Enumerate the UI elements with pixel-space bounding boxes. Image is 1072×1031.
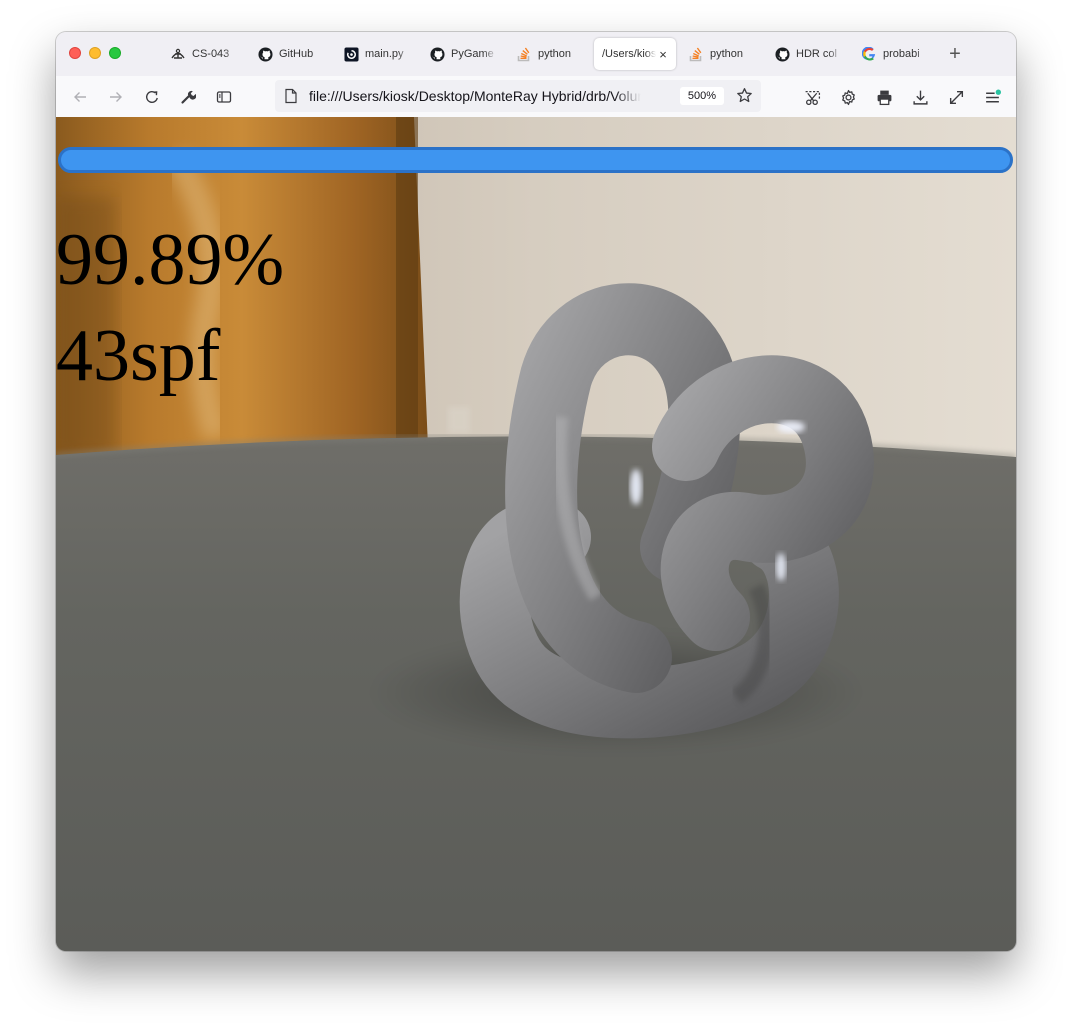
github-icon	[257, 46, 273, 62]
google-icon	[861, 46, 877, 62]
expand-icon	[949, 90, 963, 104]
address-bar[interactable]: file:///Users/kiosk/Desktop/MonteRay Hyb…	[275, 80, 761, 112]
window-close-button[interactable]	[69, 47, 81, 59]
tab-label: python	[710, 48, 744, 60]
page-icon	[284, 88, 298, 109]
reload-icon	[146, 90, 158, 103]
zoom-level-badge[interactable]: 500%	[680, 87, 724, 105]
sidebar-icon	[216, 91, 232, 103]
tab-label: HDR col	[796, 48, 837, 60]
navigation-toolbar: file:///Users/kiosk/Desktop/MonteRay Hyb…	[56, 76, 1016, 118]
arrow-right-icon	[110, 92, 122, 102]
scissors-icon	[805, 90, 820, 105]
close-icon[interactable]: ×	[656, 47, 670, 62]
tab-probability[interactable]: probabi	[857, 38, 929, 70]
tab-python-2[interactable]: python	[684, 38, 756, 70]
window-maximize-button[interactable]	[109, 47, 121, 59]
tab-label: python	[538, 48, 572, 60]
print-button[interactable]	[872, 85, 896, 109]
arrow-left-icon	[74, 92, 86, 102]
forward-button[interactable]	[104, 85, 128, 109]
sidebar-toggle-button[interactable]	[212, 85, 236, 109]
samples-per-frame-text: 43spf	[56, 315, 221, 397]
settings-button[interactable]	[836, 85, 860, 109]
render-progress-bar	[58, 147, 1013, 173]
downloads-button[interactable]	[908, 85, 932, 109]
page-viewport: 99.89% 43spf	[56, 117, 1016, 951]
download-icon	[912, 90, 928, 105]
tab-github[interactable]: GitHub	[253, 38, 325, 70]
window-minimize-button[interactable]	[89, 47, 101, 59]
new-tab-button[interactable]: +	[945, 44, 965, 64]
wrench-icon	[181, 90, 196, 104]
bookmark-star-icon[interactable]	[736, 87, 753, 109]
app-menu-button[interactable]	[980, 85, 1004, 109]
tab-label: CS-043	[192, 48, 230, 60]
github-icon	[774, 46, 790, 62]
tab-label: main.py	[365, 48, 404, 60]
tab-label: /Users/kiosk	[602, 48, 656, 60]
tab-pygame[interactable]: PyGame	[425, 38, 497, 70]
tab-label: probabi	[883, 48, 920, 60]
hamburger-menu-icon	[985, 89, 1001, 102]
tab-python-1[interactable]: python	[512, 38, 584, 70]
browser-window: CS-043 GitHub main.py PyGame python /Use…	[56, 32, 1016, 951]
stackoverflow-icon	[688, 46, 704, 62]
github-icon	[429, 46, 445, 62]
fullscreen-button[interactable]	[944, 85, 968, 109]
tab-hdr-col[interactable]: HDR col	[770, 38, 842, 70]
stackoverflow-icon	[516, 46, 532, 62]
progress-percentage-text: 99.89%	[56, 219, 285, 301]
back-button[interactable]	[68, 85, 92, 109]
reload-button[interactable]	[140, 85, 164, 109]
screenshot-button[interactable]	[800, 85, 824, 109]
url-text[interactable]: file:///Users/kiosk/Desktop/MonteRay Hyb…	[309, 88, 641, 104]
tab-label: GitHub	[279, 48, 314, 60]
developer-tools-button[interactable]	[176, 85, 200, 109]
tab-main-py[interactable]: main.py	[339, 38, 411, 70]
tab-strip: CS-043 GitHub main.py PyGame python /Use…	[56, 32, 1016, 76]
replit-icon	[343, 46, 359, 62]
tab-users-kiosk[interactable]: /Users/kiosk ×	[594, 38, 676, 70]
tab-label: PyGame	[451, 48, 494, 60]
anchor-icon	[170, 46, 186, 62]
gear-icon	[841, 89, 855, 105]
printer-icon	[877, 90, 891, 105]
tab-cs-043[interactable]: CS-043	[166, 38, 238, 70]
